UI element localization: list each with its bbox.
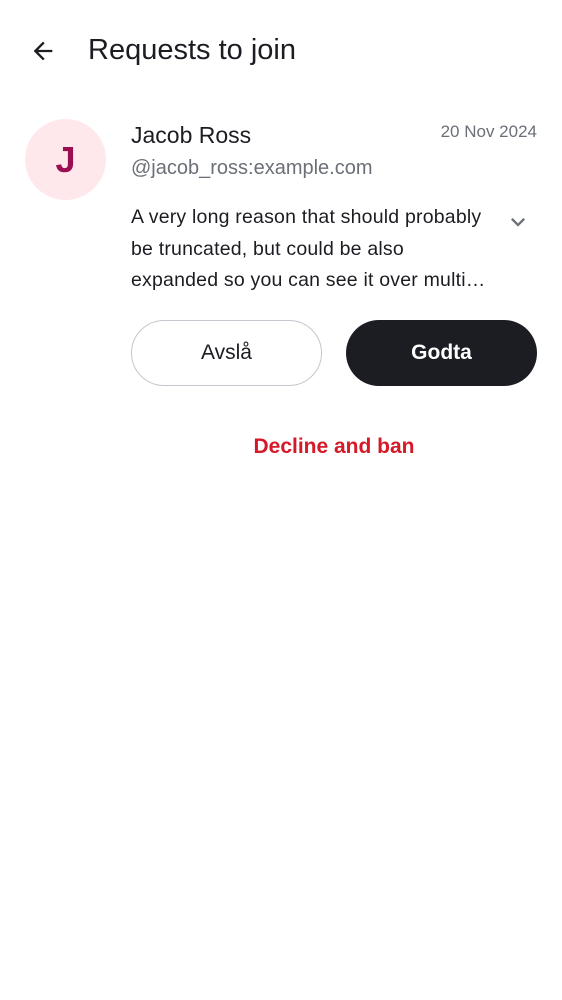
- decline-and-ban-button[interactable]: Decline and ban: [131, 426, 537, 468]
- back-button[interactable]: [22, 30, 64, 72]
- accept-button[interactable]: Godta: [346, 320, 537, 386]
- request-date: 20 Nov 2024: [440, 122, 537, 141]
- decline-button[interactable]: Avslå: [131, 320, 322, 386]
- request-reason: A very long reason that should probably …: [131, 206, 493, 291]
- requester-user-id: @jacob_ross:example.com: [131, 157, 373, 179]
- chevron-down-icon: [511, 218, 525, 227]
- avatar: J: [25, 119, 106, 200]
- arrow-left-icon: [33, 41, 53, 61]
- requester-name: Jacob Ross: [131, 122, 252, 148]
- page-title: Requests to join: [88, 34, 296, 66]
- expand-reason-button[interactable]: [500, 204, 536, 240]
- top-app-bar: Requests to join: [0, 0, 562, 100]
- avatar-initial: J: [55, 138, 76, 180]
